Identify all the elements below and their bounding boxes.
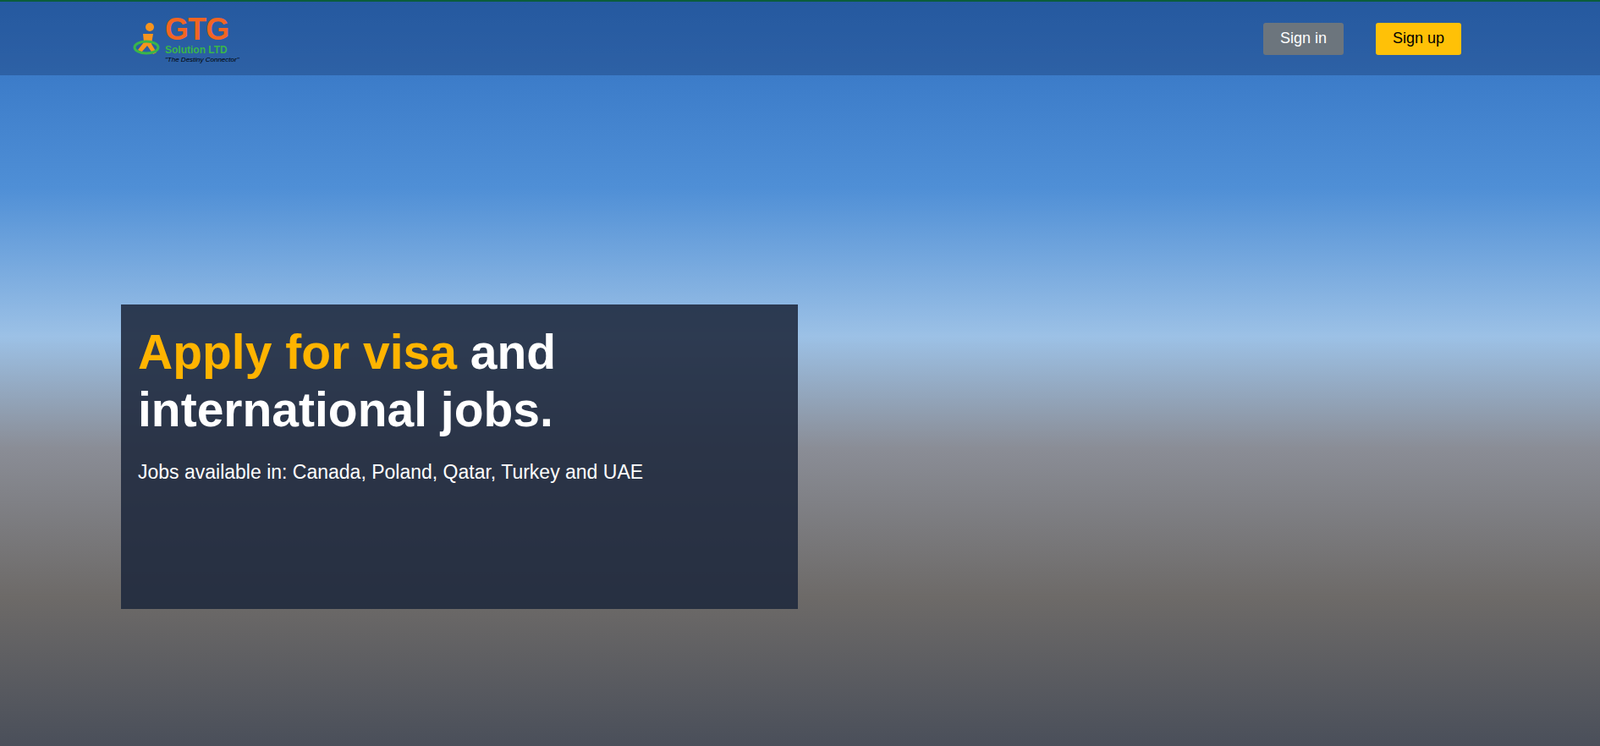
logo-tagline: "The Destiny Connector" [164, 56, 240, 64]
hero-heading: Apply for visa and international jobs. [137, 323, 781, 440]
logo-name: GTG [164, 14, 240, 45]
sign-in-button[interactable]: Sign in [1263, 22, 1344, 55]
logo[interactable]: GTGSolution LTD"The Destiny Connector" [132, 14, 240, 64]
top-bar: GTGSolution LTD"The Destiny Connector" Si… [0, 1, 1600, 76]
hero: Apply for visa and international jobs. Jo… [0, 75, 1600, 610]
hero-subtitle: Jobs available in: Canada, Poland, Qatar… [137, 457, 781, 488]
landing-page: GTGSolution LTD"The Destiny Connector" Si… [0, 0, 1600, 746]
logo-figure-icon [132, 21, 162, 56]
sign-up-button[interactable]: Sign up [1375, 22, 1462, 55]
logo-subtitle: Solution LTD [164, 44, 240, 55]
hero-card: Apply for visa and international jobs. Jo… [120, 304, 798, 610]
auth-buttons: Sign in Sign up [1263, 22, 1462, 55]
